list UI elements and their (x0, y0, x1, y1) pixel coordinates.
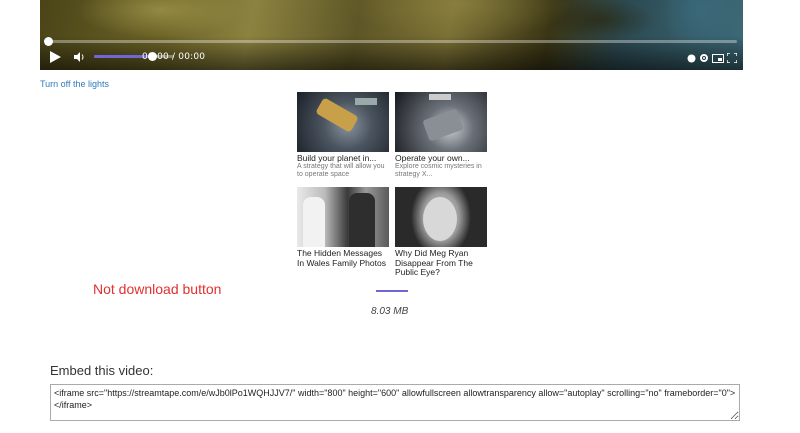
ad-title: The Hidden Messages In Wales Family Phot… (297, 249, 386, 268)
time-display: 00:00 / 00:00 (142, 52, 206, 62)
embed-code-field[interactable]: <iframe src="https://streamtape.com/e/wJ… (50, 384, 740, 421)
file-size: 8.03 MB (371, 306, 409, 317)
settings-icon[interactable] (699, 50, 709, 68)
ad-thumbnail (297, 187, 389, 247)
play-button[interactable] (50, 49, 64, 65)
ad-description: A strategy that will allow you to operat… (297, 163, 385, 178)
ad-title: Operate your own... (395, 154, 470, 163)
play-icon (50, 51, 61, 63)
right-controls (687, 50, 738, 68)
ad-card[interactable]: Why Did Meg Ryan Disappear From The Publ… (395, 187, 487, 278)
seek-bar[interactable] (44, 37, 737, 46)
pip-icon[interactable] (712, 50, 724, 68)
ad-card[interactable]: The Hidden Messages In Wales Family Phot… (297, 187, 389, 268)
ad-card[interactable]: Build your planet in... A strategy that … (297, 92, 389, 179)
fullscreen-icon[interactable] (726, 50, 738, 68)
ad-card[interactable]: Operate your own... Explore cosmic myste… (395, 92, 487, 179)
ad-title: Build your planet in... (297, 154, 377, 163)
embed-label: Embed this video: (50, 363, 154, 378)
ad-description: Explore cosmic mysteries in strategy X..… (395, 163, 482, 178)
volume-icon (74, 52, 84, 62)
volume-button[interactable] (74, 49, 88, 65)
ad-thumbnail (297, 92, 389, 152)
ad-thumbnail (395, 92, 487, 152)
airplay-icon[interactable] (687, 50, 696, 68)
ad-thumbnail (395, 187, 487, 247)
video-player[interactable]: 00:00 / 00:00 (40, 0, 743, 70)
seek-handle[interactable] (44, 37, 53, 46)
accent-divider (376, 290, 408, 292)
turn-off-lights-link[interactable]: Turn off the lights (40, 79, 109, 89)
not-download-notice: Not download button (93, 281, 222, 297)
ad-title: Why Did Meg Ryan Disappear From The Publ… (395, 249, 473, 277)
